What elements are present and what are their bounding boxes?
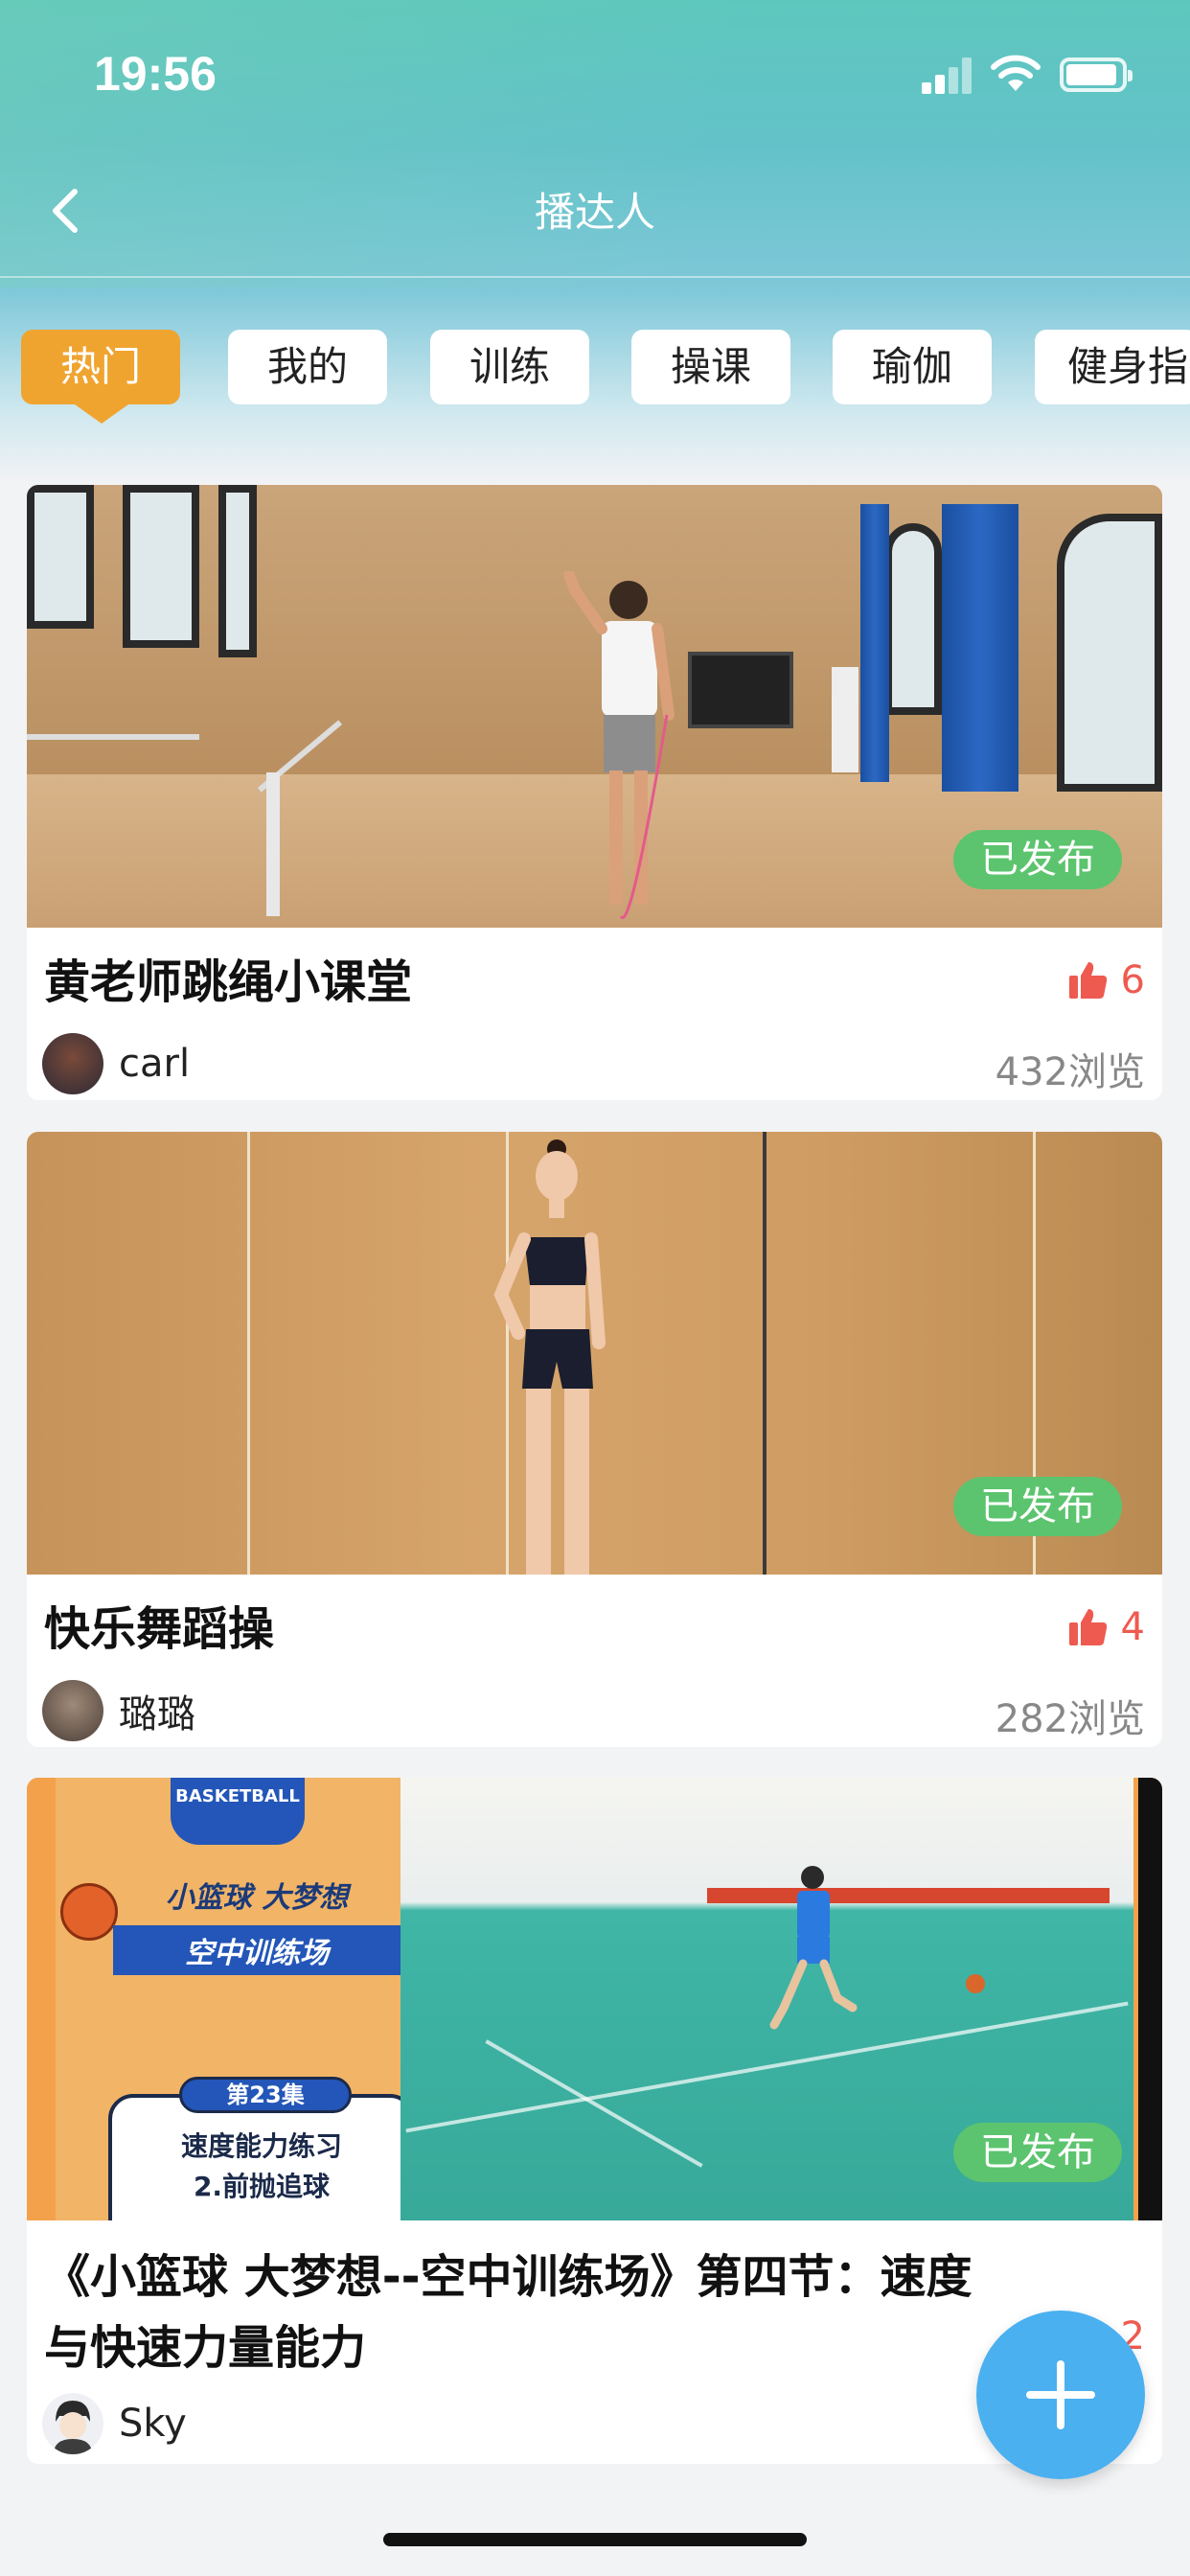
like-number: 4 bbox=[1120, 1605, 1145, 1649]
like-count[interactable]: 4 bbox=[1067, 1605, 1145, 1649]
status-time: 19:56 bbox=[94, 47, 217, 101]
avatar bbox=[42, 1033, 103, 1094]
episode-line1: 速度能力练习 bbox=[180, 2130, 342, 2162]
episode-card: 第23集 速度能力练习 2.前抛追球 bbox=[108, 2077, 415, 2220]
author[interactable]: 璐璐 bbox=[42, 1680, 195, 1741]
episode-tag: 第23集 bbox=[179, 2077, 352, 2113]
card-title[interactable]: 快乐舞蹈操 bbox=[44, 1594, 274, 1665]
author-name: Sky bbox=[119, 2402, 187, 2446]
author[interactable]: Sky bbox=[42, 2393, 187, 2454]
status-badge: 已发布 bbox=[953, 1477, 1122, 1536]
tab-yoga[interactable]: 瑜伽 bbox=[833, 330, 992, 404]
poster-heading1: 小篮球 大梦想 bbox=[165, 1881, 349, 1915]
tab-hot[interactable]: 热门 bbox=[21, 330, 180, 404]
status-badge: 已发布 bbox=[953, 2123, 1122, 2182]
active-tab-pointer bbox=[75, 404, 128, 424]
view-count: 282浏览 bbox=[995, 1697, 1145, 1741]
category-tabs: 热门 我的 训练 操课 瑜伽 健身指 bbox=[21, 330, 1190, 445]
card-title-line1: 《小篮球 大梦想--空中训练场》第四节：速度 bbox=[44, 2250, 973, 2304]
video-card[interactable]: 已发布 快乐舞蹈操 4 璐璐 282浏览 bbox=[27, 1132, 1162, 1747]
poster-title: 小篮球 大梦想 空中训练场 bbox=[113, 1874, 400, 1975]
add-video-button[interactable] bbox=[976, 2311, 1145, 2479]
card-title-line2: 与快速力量能力 bbox=[44, 2321, 367, 2375]
status-bar: 19:56 bbox=[0, 0, 1190, 144]
wifi-icon bbox=[991, 55, 1041, 91]
page-title: 播达人 bbox=[534, 189, 655, 236]
poster-panel: BASKETBALL 小篮球 大梦想 空中训练场 第23集 速度能力练习 2.前… bbox=[56, 1778, 420, 2220]
tab-fitness[interactable]: 健身指 bbox=[1035, 330, 1190, 404]
home-indicator[interactable] bbox=[383, 2533, 807, 2546]
poster-brand: BASKETBALL bbox=[171, 1778, 305, 1845]
thumbs-up-icon bbox=[1068, 1609, 1107, 1645]
author[interactable]: carl bbox=[42, 1033, 190, 1094]
video-thumbnail[interactable]: BASKETBALL 小篮球 大梦想 空中训练场 第23集 速度能力练习 2.前… bbox=[27, 1778, 1162, 2220]
thumbs-up-icon bbox=[1068, 962, 1107, 999]
basketball-icon bbox=[60, 1883, 118, 1941]
card-title[interactable]: 黄老师跳绳小课堂 bbox=[44, 947, 412, 1018]
nav-bar: 播达人 bbox=[0, 144, 1190, 278]
episode-text: 速度能力练习 2.前抛追球 bbox=[112, 2127, 411, 2207]
tab-mine[interactable]: 我的 bbox=[228, 330, 387, 404]
status-badge: 已发布 bbox=[953, 830, 1122, 889]
card-title[interactable]: 《小篮球 大梦想--空中训练场》第四节：速度 与快速力量能力 bbox=[44, 2242, 1079, 2383]
like-number: 6 bbox=[1120, 958, 1145, 1002]
episode-line2: 2.前抛追球 bbox=[193, 2171, 331, 2202]
nav-divider bbox=[0, 276, 1190, 278]
video-card[interactable]: 已发布 黄老师跳绳小课堂 6 carl 432浏览 bbox=[27, 485, 1162, 1100]
like-count[interactable]: 6 bbox=[1067, 958, 1145, 1002]
tab-training[interactable]: 训练 bbox=[430, 330, 589, 404]
avatar bbox=[42, 1680, 103, 1741]
avatar bbox=[42, 2393, 103, 2454]
video-thumbnail[interactable]: 已发布 bbox=[27, 1132, 1162, 1575]
cellular-signal-icon bbox=[922, 58, 973, 94]
battery-icon bbox=[1060, 58, 1133, 92]
author-name: carl bbox=[119, 1042, 191, 1086]
poster-heading2: 空中训练场 bbox=[113, 1925, 400, 1975]
video-thumbnail[interactable]: 已发布 bbox=[27, 485, 1162, 928]
tab-aerobics[interactable]: 操课 bbox=[631, 330, 790, 404]
view-count: 432浏览 bbox=[995, 1050, 1145, 1094]
author-name: 璐璐 bbox=[119, 1692, 195, 1736]
